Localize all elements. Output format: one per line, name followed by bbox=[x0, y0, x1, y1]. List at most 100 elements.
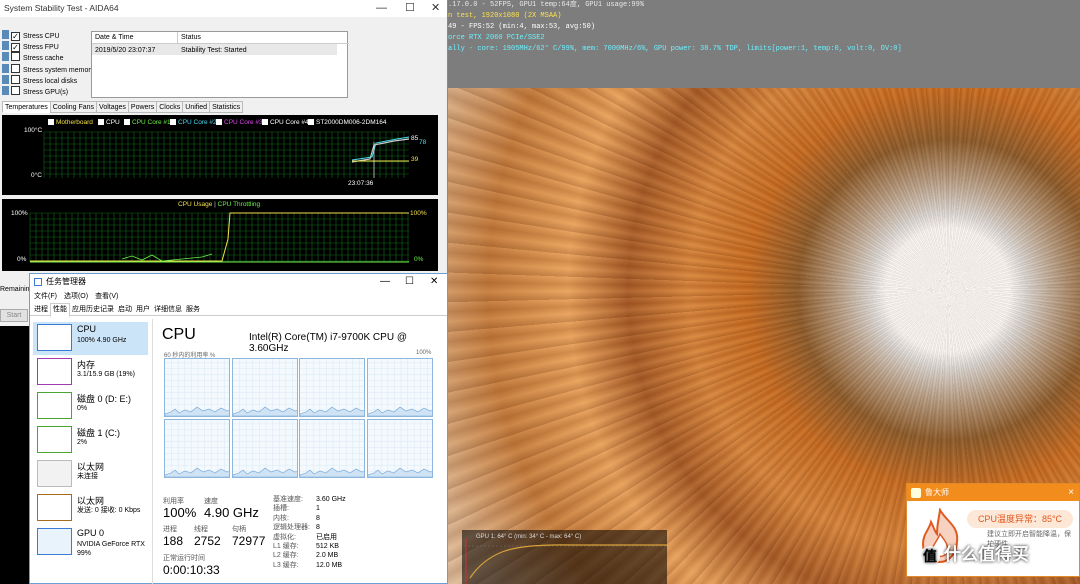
tab-details[interactable]: 详细信息 bbox=[152, 304, 184, 316]
tm-window-title: 任务管理器 bbox=[46, 277, 86, 286]
detail-value: 3.60 GHz bbox=[316, 496, 346, 503]
stress-option-label: Stress CPU bbox=[23, 33, 60, 40]
temp-ymax-label: 100°C bbox=[24, 127, 43, 134]
alert-app-name: 鲁大师 bbox=[925, 488, 949, 497]
column-header-status[interactable]: Status bbox=[178, 32, 349, 44]
start-button[interactable]: Start bbox=[0, 309, 28, 322]
handle-label: 句柄 bbox=[232, 526, 246, 533]
watermark-text: 什么值得买 bbox=[944, 545, 1029, 564]
gpu-temp-graph: GPU 1: 64° C (min: 34° C - max: 64° C) bbox=[462, 530, 667, 584]
checkbox-empty-icon bbox=[11, 75, 20, 84]
detail-value: 12.0 MB bbox=[316, 561, 343, 569]
osd-line-fpsstats: 49 - FPS:52 (min:4, max:53, avg:50) bbox=[448, 23, 596, 31]
tm-titlebar[interactable]: 任务管理器 — ☐ ✕ bbox=[30, 274, 447, 290]
benchmark-overlay: .17.0.0 - 52FPS, GPU1 temp:64度, GPU1 usa… bbox=[448, 0, 1080, 88]
column-header-datetime[interactable]: Date & Time bbox=[92, 32, 178, 44]
sidebar-thumbnail bbox=[37, 392, 72, 419]
close-button[interactable]: ✕ bbox=[430, 274, 438, 290]
divider bbox=[152, 319, 153, 584]
detail-value: 2.0 MB bbox=[316, 552, 339, 560]
temp-value-label: 39 bbox=[411, 156, 419, 163]
temp-value-label: 85 bbox=[411, 135, 419, 142]
aida-window-title: System Stability Test - AIDA64 bbox=[4, 3, 119, 13]
sidebar-item[interactable]: 磁盘 1 (C:) 2% bbox=[33, 424, 148, 457]
core-usage-graph bbox=[299, 419, 365, 478]
core-usage-graph bbox=[231, 419, 298, 478]
aida-titlebar[interactable]: System Stability Test - AIDA64 — ☐ ✕ bbox=[0, 0, 447, 17]
sidebar-item[interactable]: 以太网 未连接 bbox=[33, 458, 148, 491]
stability-log-table[interactable]: Date & Time Status 2019/5/20 23:07:37 St… bbox=[91, 31, 349, 98]
sidebar-item[interactable]: GPU 0 NVIDIA GeForce RTX 99% bbox=[33, 526, 148, 559]
tab-statistics[interactable]: Statistics bbox=[209, 101, 244, 113]
minimize-button[interactable]: — bbox=[376, 0, 387, 17]
sidebar-item-name: GPU 0 bbox=[77, 528, 105, 538]
sidebar-item[interactable]: 以太网 发送: 0 接收: 0 Kbps bbox=[33, 492, 148, 525]
core-usage-graph bbox=[164, 358, 230, 417]
detail-key: L2 缓存: bbox=[273, 552, 299, 560]
usage-value-label: 100% bbox=[410, 210, 427, 217]
tab-startup[interactable]: 启动 bbox=[116, 304, 134, 316]
cpu-icon bbox=[2, 30, 9, 39]
tab-services[interactable]: 服务 bbox=[184, 304, 202, 316]
detail-key: 虚拟化: bbox=[273, 533, 296, 541]
osd-line-test: n test, 1920x1080 (2X MSAA) bbox=[448, 12, 562, 20]
tab-clocks[interactable]: Clocks bbox=[156, 101, 184, 113]
tab-temperatures[interactable]: Temperatures bbox=[2, 101, 51, 113]
fpu-icon bbox=[2, 41, 9, 50]
core-usage-graph bbox=[299, 358, 365, 417]
sidebar-item[interactable]: CPU 100% 4.90 GHz bbox=[33, 322, 148, 355]
alert-message: CPU温度异常：85°C bbox=[967, 510, 1073, 528]
uptime-value: 0:00:10:33 bbox=[163, 563, 220, 577]
sidebar-item-name: CPU bbox=[77, 324, 97, 334]
stress-gpu-checkbox[interactable]: Stress GPU(s) bbox=[2, 86, 68, 98]
tab-unified[interactable]: Unified bbox=[182, 101, 211, 113]
sidebar-item[interactable]: 内存 3.1/15.9 GB (19%) bbox=[33, 356, 148, 389]
sidebar-item[interactable]: 磁盘 0 (D: E:) 0% bbox=[33, 390, 148, 423]
speed-value: 4.90 GHz bbox=[204, 505, 259, 520]
log-datetime: 2019/5/20 23:07:37 bbox=[95, 47, 156, 54]
tab-users[interactable]: 用户 bbox=[134, 304, 152, 316]
sidebar-thumbnail bbox=[37, 460, 72, 487]
detail-key: 内核: bbox=[273, 514, 289, 522]
detail-key: L1 缓存: bbox=[273, 543, 299, 550]
maximize-button[interactable]: ☐ bbox=[405, 274, 414, 290]
menu-options[interactable]: 选项(O) bbox=[64, 293, 88, 300]
handle-value: 72977 bbox=[232, 534, 266, 548]
task-manager-icon bbox=[34, 278, 42, 286]
tab-processes[interactable]: 进程 bbox=[32, 304, 50, 316]
checkbox-empty-icon bbox=[11, 52, 20, 61]
sidebar-thumbnail bbox=[37, 358, 72, 385]
osd-line-gpu: orce RTX 2060 PCIe/SSE2 bbox=[448, 34, 545, 42]
gpu-temp-curve bbox=[464, 538, 667, 584]
detail-key: 逻辑处理器: bbox=[273, 524, 310, 532]
maximize-button[interactable]: ☐ bbox=[405, 0, 415, 17]
sidebar-item-detail2: 99% bbox=[77, 550, 92, 557]
tab-voltages[interactable]: Voltages bbox=[96, 101, 129, 113]
close-icon[interactable]: × bbox=[1068, 484, 1074, 501]
core-usage-graph bbox=[366, 419, 433, 478]
graph-max-label: 100% bbox=[416, 350, 432, 356]
stress-option-label: Stress local disks bbox=[23, 78, 78, 85]
tab-cooling-fans[interactable]: Cooling Fans bbox=[49, 101, 98, 113]
task-manager-window[interactable]: 任务管理器 — ☐ ✕ 文件(F) 选项(O) 查看(V) 进程 性能 应用历史记录 启动… bbox=[29, 273, 448, 584]
tab-app-history[interactable]: 应用历史记录 bbox=[70, 304, 116, 316]
disk-icon bbox=[2, 75, 9, 84]
menu-file[interactable]: 文件(F) bbox=[34, 293, 57, 300]
close-button[interactable]: ✕ bbox=[431, 0, 440, 17]
watermark-badge: 值 bbox=[920, 545, 940, 566]
util-value: 100% bbox=[163, 505, 197, 520]
page-title: CPU bbox=[162, 326, 196, 343]
log-status: Stability Test: Started bbox=[181, 47, 247, 54]
stress-cache-checkbox[interactable]: Stress cache bbox=[2, 52, 63, 64]
app-logo-icon bbox=[911, 488, 921, 498]
sidebar-thumbnail bbox=[37, 426, 72, 453]
tab-powers[interactable]: Powers bbox=[127, 101, 158, 113]
tab-performance[interactable]: 性能 bbox=[50, 303, 70, 317]
osd-line-fps: .17.0.0 - 52FPS, GPU1 temp:64度, GPU1 usa… bbox=[448, 1, 645, 9]
minimize-button[interactable]: — bbox=[380, 274, 390, 290]
menu-view[interactable]: 查看(V) bbox=[95, 293, 118, 300]
checkbox-empty-icon bbox=[11, 86, 20, 95]
stress-option-label: Stress system memory bbox=[23, 67, 95, 74]
cpu-usage-graph: CPU Usage | CPU Throttling 100% 0% 100% … bbox=[2, 199, 438, 271]
process-label: 进程 bbox=[163, 526, 177, 533]
